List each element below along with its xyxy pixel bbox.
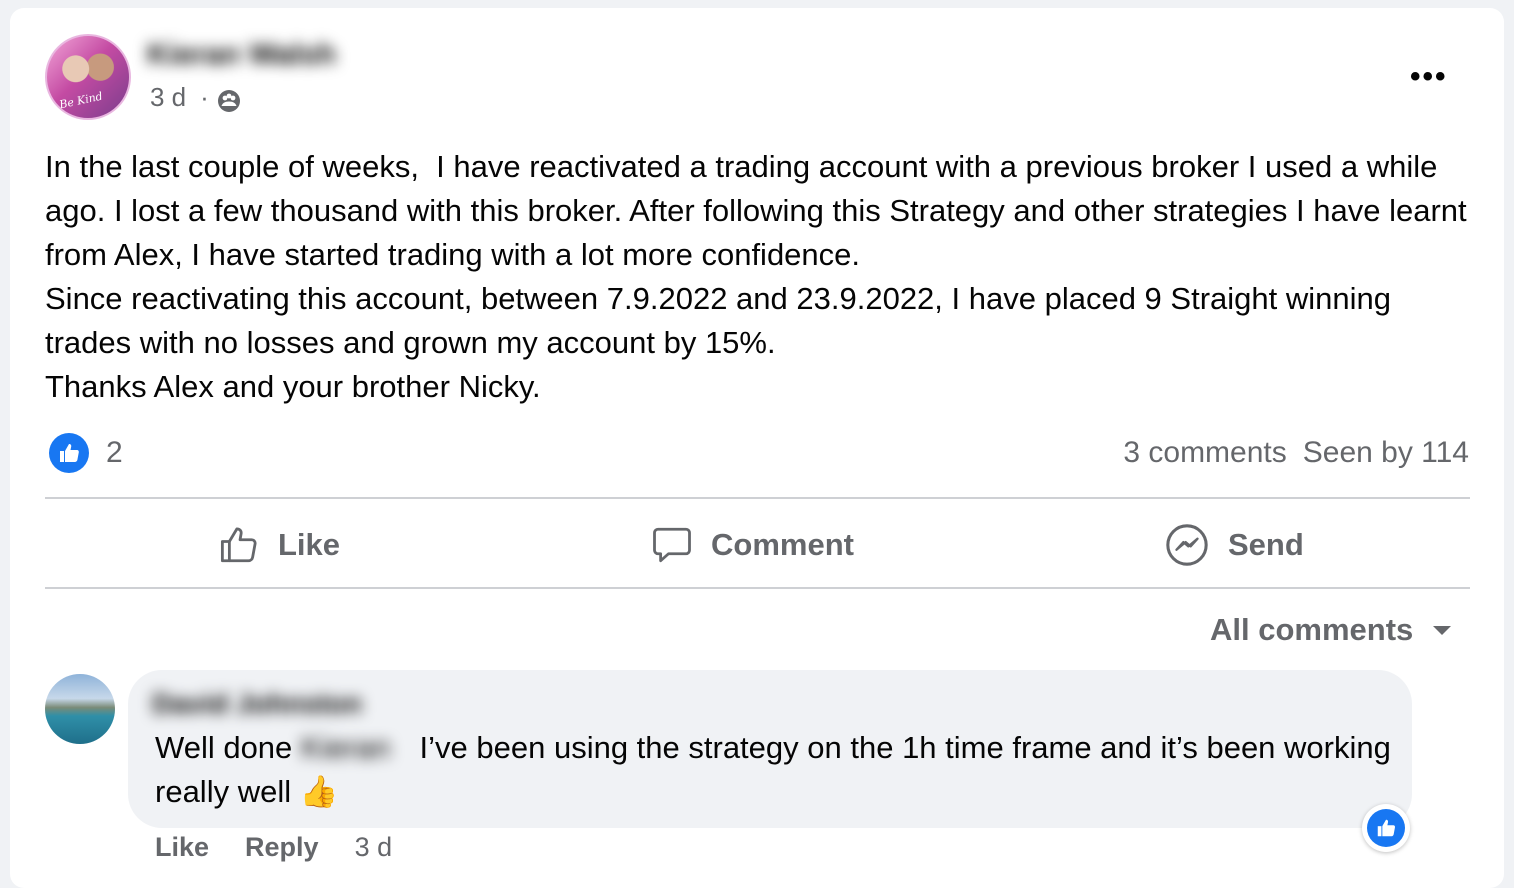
post-meta: 3 d · <box>150 82 241 113</box>
comment-button[interactable]: Comment <box>651 520 854 570</box>
comment-reaction-badge[interactable] <box>1362 804 1410 852</box>
comment-like-button[interactable]: Like <box>155 832 209 863</box>
comment-text: Well done Kieran I’ve been using the str… <box>155 726 1395 814</box>
post-time[interactable]: 3 d <box>150 82 186 113</box>
more-options-icon[interactable]: ••• <box>1410 60 1448 94</box>
avatar-caption: Be Kind <box>58 89 104 112</box>
comment-mention[interactable]: Kieran <box>301 726 411 770</box>
commenter-name[interactable]: David Johnston <box>152 688 367 722</box>
comments-filter-label: All comments <box>1210 612 1414 647</box>
comments-filter-dropdown[interactable]: All comments <box>1210 612 1453 648</box>
divider <box>45 587 1470 589</box>
meta-separator: · <box>200 82 209 112</box>
like-reaction-icon <box>1367 809 1405 847</box>
commenter-avatar[interactable] <box>45 674 115 744</box>
comment-reply-button[interactable]: Reply <box>245 832 319 863</box>
send-button[interactable]: Send <box>1164 520 1304 570</box>
comment-text-start: Well done <box>155 730 301 765</box>
post-paragraph: Since reactivating this account, between… <box>45 281 1400 360</box>
group-icon <box>217 89 240 112</box>
caret-down-icon <box>1433 626 1452 635</box>
thumbs-up-emoji: 👍 <box>299 774 339 809</box>
author-avatar[interactable]: Be Kind <box>45 34 131 120</box>
post-paragraph: Thanks Alex and your brother Nicky. <box>45 369 541 404</box>
like-reaction-icon[interactable] <box>49 433 89 473</box>
like-label: Like <box>278 527 341 562</box>
post-paragraph: In the last couple of weeks, I have reac… <box>45 149 1476 272</box>
comments-count[interactable]: 3 comments <box>1123 436 1286 470</box>
author-name[interactable]: Kieran Walsh <box>147 38 362 72</box>
comment-actions: Like Reply 3 d <box>155 832 392 863</box>
messenger-icon <box>1166 524 1208 566</box>
seen-by[interactable]: Seen by 114 <box>1303 436 1469 470</box>
comment-time[interactable]: 3 d <box>355 832 393 863</box>
thumbs-up-icon <box>220 527 257 563</box>
comment-label: Comment <box>711 527 854 562</box>
comment-icon <box>653 527 691 563</box>
post-stats: 3 comments Seen by 114 <box>1123 436 1469 470</box>
send-label: Send <box>1228 527 1304 562</box>
divider <box>45 497 1470 499</box>
post-body: In the last couple of weeks, I have reac… <box>45 145 1485 409</box>
like-button[interactable]: Like <box>218 520 340 570</box>
reactions-count[interactable]: 2 <box>106 436 123 470</box>
